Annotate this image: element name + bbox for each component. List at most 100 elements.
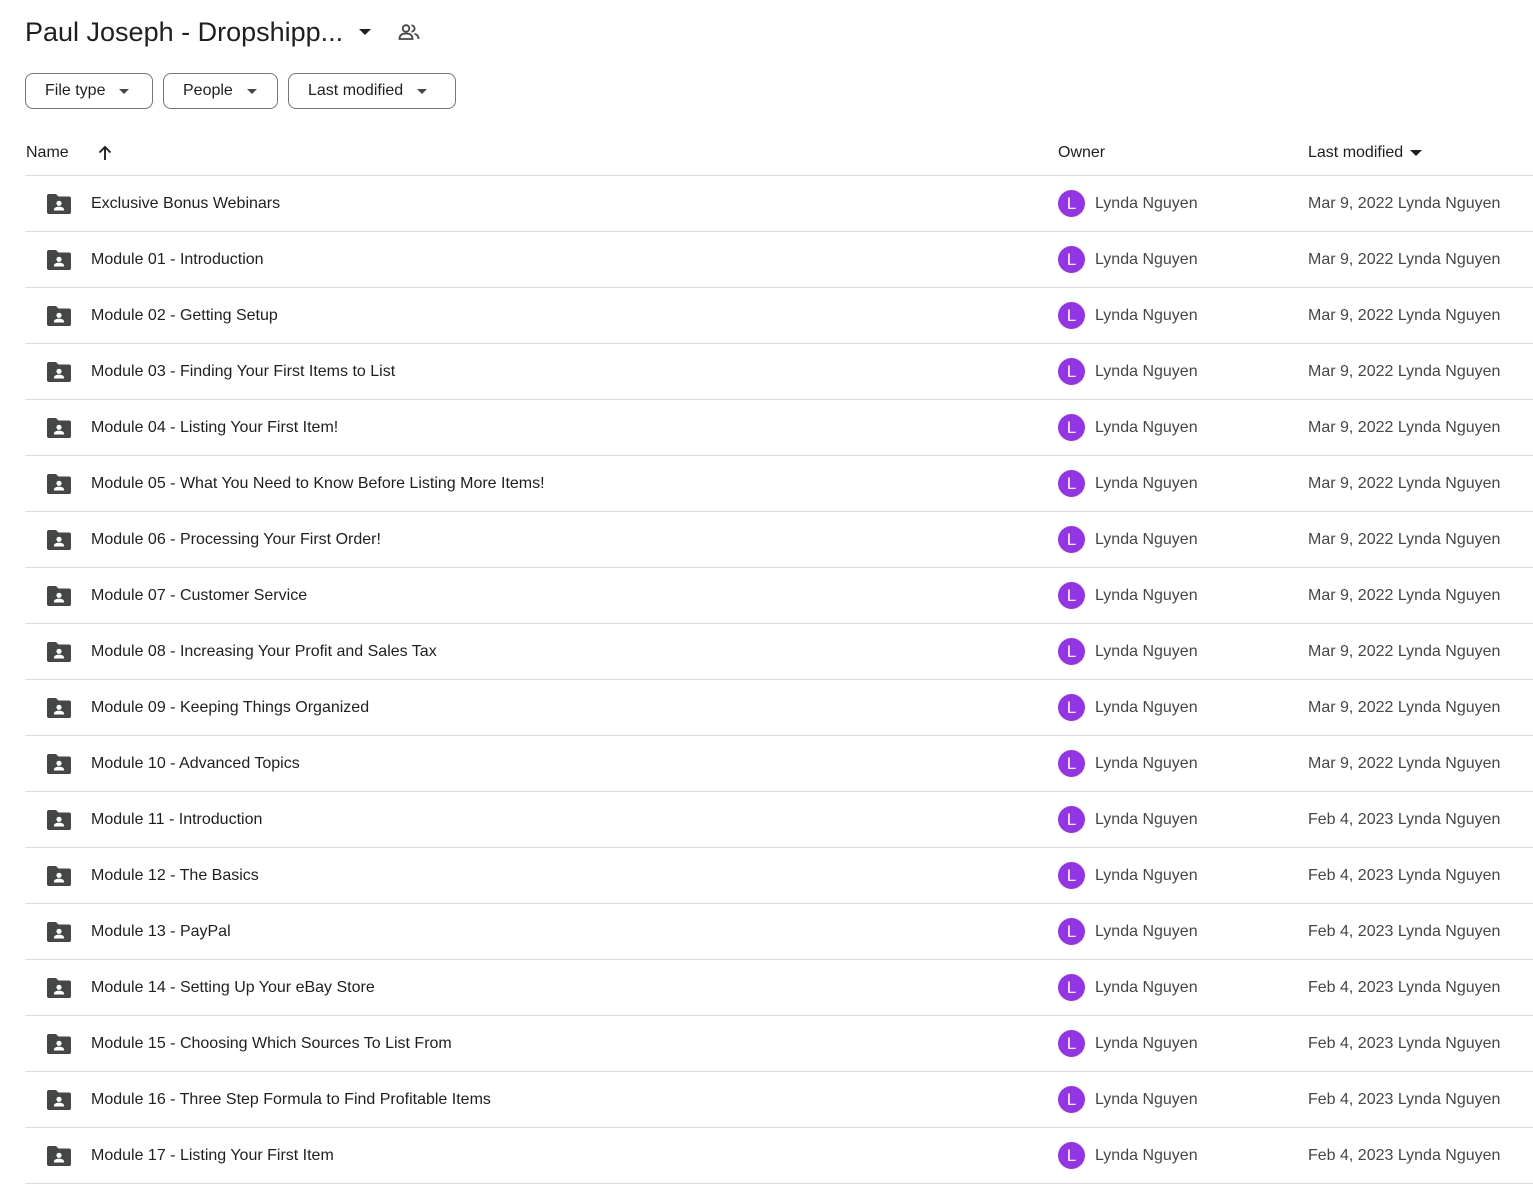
- last-modified-filter[interactable]: Last modified: [288, 73, 456, 109]
- table-row[interactable]: Exclusive Bonus Webinars L Lynda Nguyen Mar…: [25, 176, 1533, 232]
- table-row[interactable]: Module 03 - Finding Your First Items to …: [25, 344, 1533, 400]
- table-row[interactable]: Module 12 - The Basics L Lynda Nguyen Feb 4…: [25, 848, 1533, 904]
- people-icon[interactable]: [397, 20, 421, 44]
- table-row[interactable]: Module 01 - Introduction L Lynda Nguyen Mar…: [25, 232, 1533, 288]
- people-filter[interactable]: People: [163, 73, 278, 109]
- arrow-upward-icon[interactable]: [95, 131, 115, 175]
- table-row[interactable]: Module 10 - Advanced Topics L Lynda Nguyen…: [25, 736, 1533, 792]
- last-modified-value: Feb 4, 2023 Lynda Nguyen: [1308, 1146, 1501, 1164]
- avatar: L: [1058, 582, 1085, 609]
- file-name[interactable]: Module 12 - The Basics: [91, 848, 259, 903]
- avatar: L: [1058, 470, 1085, 497]
- owner-name: Lynda Nguyen: [1095, 866, 1198, 884]
- file-name[interactable]: Module 09 - Keeping Things Organized: [91, 680, 369, 735]
- file-name[interactable]: Module 06 - Processing Your First Order!: [91, 512, 381, 567]
- owner-name: Lynda Nguyen: [1095, 418, 1198, 436]
- page-header: Paul Joseph - Dropshipp...: [25, 12, 421, 52]
- file-name[interactable]: Module 10 - Advanced Topics: [91, 736, 300, 791]
- last-modified-value: Mar 9, 2022 Lynda Nguyen: [1308, 250, 1501, 268]
- avatar: L: [1058, 1142, 1085, 1169]
- shared-folder-icon: [47, 250, 71, 270]
- avatar: L: [1058, 750, 1085, 777]
- avatar: L: [1058, 638, 1085, 665]
- owner-name: Lynda Nguyen: [1095, 810, 1198, 828]
- shared-folder-icon: [47, 866, 71, 886]
- filter-label: File type: [45, 82, 106, 99]
- shared-folder-icon: [47, 362, 71, 382]
- avatar: L: [1058, 1086, 1085, 1113]
- column-header-name[interactable]: Name: [26, 131, 69, 175]
- last-modified-value: Mar 9, 2022 Lynda Nguyen: [1308, 642, 1501, 660]
- shared-folder-icon: [47, 810, 71, 830]
- avatar: L: [1058, 806, 1085, 833]
- shared-folder-icon: [47, 530, 71, 550]
- file-name[interactable]: Module 02 - Getting Setup: [91, 288, 278, 343]
- owner-name: Lynda Nguyen: [1095, 642, 1198, 660]
- table-row[interactable]: Module 17 - Listing Your First Item L Lynd…: [25, 1128, 1533, 1184]
- file-list: Exclusive Bonus Webinars L Lynda Nguyen Mar…: [25, 176, 1533, 1184]
- shared-folder-icon: [47, 642, 71, 662]
- arrow-drop-down-icon: [119, 86, 130, 96]
- arrow-drop-down-icon: [246, 86, 257, 96]
- table-row[interactable]: Module 06 - Processing Your First Order!…: [25, 512, 1533, 568]
- last-modified-value: Mar 9, 2022 Lynda Nguyen: [1308, 754, 1501, 772]
- file-name[interactable]: Module 14 - Setting Up Your eBay Store: [91, 960, 375, 1015]
- last-modified-value: Feb 4, 2023 Lynda Nguyen: [1308, 922, 1501, 940]
- table-row[interactable]: Module 02 - Getting Setup L Lynda Nguyen Ma…: [25, 288, 1533, 344]
- table-row[interactable]: Module 09 - Keeping Things Organized L Lyn…: [25, 680, 1533, 736]
- avatar: L: [1058, 918, 1085, 945]
- column-header-last-modified[interactable]: Last modified: [1308, 131, 1423, 175]
- last-modified-value: Mar 9, 2022 Lynda Nguyen: [1308, 362, 1501, 380]
- owner-name: Lynda Nguyen: [1095, 1034, 1198, 1052]
- file-name[interactable]: Module 15 - Choosing Which Sources To Li…: [91, 1016, 452, 1071]
- arrow-drop-down-icon[interactable]: [355, 22, 375, 42]
- shared-folder-icon: [47, 698, 71, 718]
- avatar: L: [1058, 862, 1085, 889]
- file-name[interactable]: Module 03 - Finding Your First Items to …: [91, 344, 395, 399]
- file-name[interactable]: Module 08 - Increasing Your Profit and S…: [91, 624, 437, 679]
- shared-folder-icon: [47, 1090, 71, 1110]
- filter-label: People: [183, 82, 233, 99]
- table-row[interactable]: Module 13 - PayPal L Lynda Nguyen Feb 4, 20…: [25, 904, 1533, 960]
- table-row[interactable]: Module 16 - Three Step Formula to Find P…: [25, 1072, 1533, 1128]
- owner-name: Lynda Nguyen: [1095, 922, 1198, 940]
- file-name[interactable]: Module 07 - Customer Service: [91, 568, 307, 623]
- shared-folder-icon: [47, 418, 71, 438]
- last-modified-value: Mar 9, 2022 Lynda Nguyen: [1308, 306, 1501, 324]
- file-name[interactable]: Module 11 - Introduction: [91, 792, 262, 847]
- table-row[interactable]: Module 14 - Setting Up Your eBay Store L L…: [25, 960, 1533, 1016]
- last-modified-value: Mar 9, 2022 Lynda Nguyen: [1308, 194, 1501, 212]
- column-header-label: Last modified: [1308, 144, 1404, 161]
- file-name[interactable]: Module 13 - PayPal: [91, 904, 231, 959]
- last-modified-value: Mar 9, 2022 Lynda Nguyen: [1308, 474, 1501, 492]
- owner-name: Lynda Nguyen: [1095, 586, 1198, 604]
- table-row[interactable]: Module 05 - What You Need to Know Before…: [25, 456, 1533, 512]
- avatar: L: [1058, 526, 1085, 553]
- last-modified-value: Feb 4, 2023 Lynda Nguyen: [1308, 810, 1501, 828]
- table-row[interactable]: Module 07 - Customer Service L Lynda Nguye…: [25, 568, 1533, 624]
- folder-title[interactable]: Paul Joseph - Dropshipp...: [25, 17, 343, 48]
- file-name[interactable]: Module 04 - Listing Your First Item!: [91, 400, 338, 455]
- last-modified-value: Mar 9, 2022 Lynda Nguyen: [1308, 418, 1501, 436]
- owner-name: Lynda Nguyen: [1095, 978, 1198, 996]
- table-row[interactable]: Module 08 - Increasing Your Profit and S…: [25, 624, 1533, 680]
- file-name[interactable]: Module 17 - Listing Your First Item: [91, 1128, 334, 1183]
- last-modified-value: Mar 9, 2022 Lynda Nguyen: [1308, 586, 1501, 604]
- owner-name: Lynda Nguyen: [1095, 306, 1198, 324]
- file-type-filter[interactable]: File type: [25, 73, 153, 109]
- avatar: L: [1058, 358, 1085, 385]
- last-modified-value: Mar 9, 2022 Lynda Nguyen: [1308, 698, 1501, 716]
- shared-folder-icon: [47, 922, 71, 942]
- file-name[interactable]: Module 05 - What You Need to Know Before…: [91, 456, 545, 511]
- file-name[interactable]: Exclusive Bonus Webinars: [91, 176, 280, 231]
- table-header: Name Owner Last modified: [25, 131, 1533, 176]
- table-row[interactable]: Module 11 - Introduction L Lynda Nguyen Feb…: [25, 792, 1533, 848]
- table-row[interactable]: Module 15 - Choosing Which Sources To Li…: [25, 1016, 1533, 1072]
- file-name[interactable]: Module 01 - Introduction: [91, 232, 264, 287]
- last-modified-value: Feb 4, 2023 Lynda Nguyen: [1308, 978, 1501, 996]
- file-name[interactable]: Module 16 - Three Step Formula to Find P…: [91, 1072, 491, 1127]
- table-row[interactable]: Module 04 - Listing Your First Item! L Lyn…: [25, 400, 1533, 456]
- last-modified-value: Mar 9, 2022 Lynda Nguyen: [1308, 530, 1501, 548]
- avatar: L: [1058, 694, 1085, 721]
- shared-folder-icon: [47, 1034, 71, 1054]
